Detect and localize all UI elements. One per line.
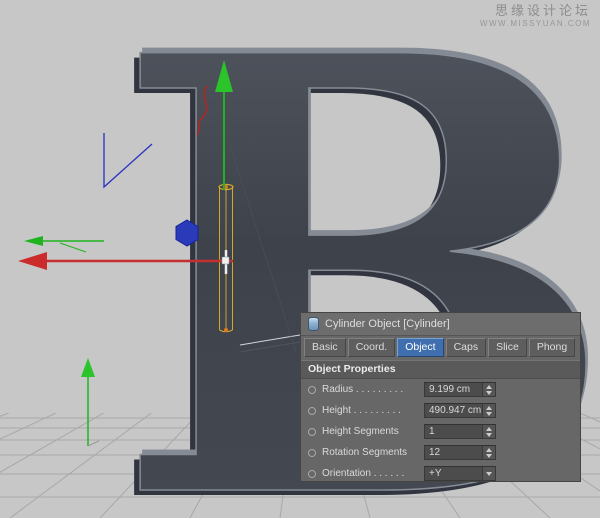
stepper-up-icon[interactable]: [486, 448, 492, 452]
tab-phong[interactable]: Phong: [529, 338, 575, 357]
height-stepper[interactable]: [482, 404, 495, 417]
keyframe-dot[interactable]: [308, 386, 316, 394]
watermark-site-name: 思缘设计论坛: [480, 3, 591, 19]
field-row-orientation: Orientation . . . . . . +Y: [301, 463, 580, 484]
panel-title: Cylinder Object [Cylinder]: [325, 318, 450, 330]
world-axis-indicator: [81, 358, 99, 446]
field-row-height: Height . . . . . . . . . 490.947 cm: [301, 400, 580, 421]
height-segments-value: 1: [425, 425, 482, 438]
orientation-label: Orientation . . . . . .: [322, 468, 424, 479]
stepper-up-icon[interactable]: [486, 406, 492, 410]
radius-label: Radius . . . . . . . . .: [322, 384, 424, 395]
field-row-radius: Radius . . . . . . . . . 9.199 cm: [301, 379, 580, 400]
viewport[interactable]: B B B: [0, 0, 600, 518]
keyframe-dot[interactable]: [308, 449, 316, 457]
attributes-panel: Cylinder Object [Cylinder] Basic Coord. …: [300, 312, 581, 482]
rotation-segments-label: Rotation Segments: [322, 447, 424, 458]
object-origin-handle[interactable]: [222, 257, 229, 264]
stepper-up-icon[interactable]: [486, 427, 492, 431]
chevron-down-icon[interactable]: [486, 472, 492, 476]
tab-slice[interactable]: Slice: [488, 338, 527, 357]
radius-stepper[interactable]: [482, 383, 495, 396]
rotation-segments-stepper[interactable]: [482, 446, 495, 459]
tab-coord[interactable]: Coord.: [348, 338, 396, 357]
keyframe-dot[interactable]: [308, 407, 316, 415]
section-header: Object Properties: [301, 360, 580, 379]
radius-value: 9.199 cm: [425, 383, 482, 396]
height-segments-input[interactable]: 1: [424, 424, 496, 439]
watermark: 思缘设计论坛 WWW.MISSYUAN.COM: [480, 3, 591, 29]
keyframe-dot[interactable]: [308, 428, 316, 436]
tab-caps[interactable]: Caps: [446, 338, 487, 357]
height-segments-label: Height Segments: [322, 426, 424, 437]
stepper-down-icon[interactable]: [486, 412, 492, 416]
watermark-url: WWW.MISSYUAN.COM: [480, 19, 591, 29]
tab-object[interactable]: Object: [397, 338, 443, 357]
height-value: 490.947 cm: [425, 404, 482, 417]
orientation-dropdown[interactable]: +Y: [424, 466, 496, 481]
stepper-up-icon[interactable]: [486, 385, 492, 389]
cylinder-handle[interactable]: [224, 328, 228, 332]
panel-title-bar: Cylinder Object [Cylinder]: [301, 313, 580, 336]
stepper-down-icon[interactable]: [486, 454, 492, 458]
rotation-segments-input[interactable]: 12: [424, 445, 496, 460]
dropdown-arrow-icon[interactable]: [482, 467, 495, 480]
radius-input[interactable]: 9.199 cm: [424, 382, 496, 397]
cylinder-object-icon: [308, 317, 319, 331]
stepper-down-icon[interactable]: [486, 391, 492, 395]
orientation-value: +Y: [425, 467, 482, 480]
field-row-rotation-segments: Rotation Segments 12: [301, 442, 580, 463]
field-row-height-segments: Height Segments 1: [301, 421, 580, 442]
height-label: Height . . . . . . . . .: [322, 405, 424, 416]
keyframe-dot[interactable]: [308, 470, 316, 478]
panel-tabs: Basic Coord. Object Caps Slice Phong: [301, 336, 580, 360]
rotation-segments-value: 12: [425, 446, 482, 459]
tab-basic[interactable]: Basic: [304, 338, 346, 357]
scale-axis-arrow[interactable]: [24, 236, 104, 252]
stepper-down-icon[interactable]: [486, 433, 492, 437]
height-segments-stepper[interactable]: [482, 425, 495, 438]
height-input[interactable]: 490.947 cm: [424, 403, 496, 418]
